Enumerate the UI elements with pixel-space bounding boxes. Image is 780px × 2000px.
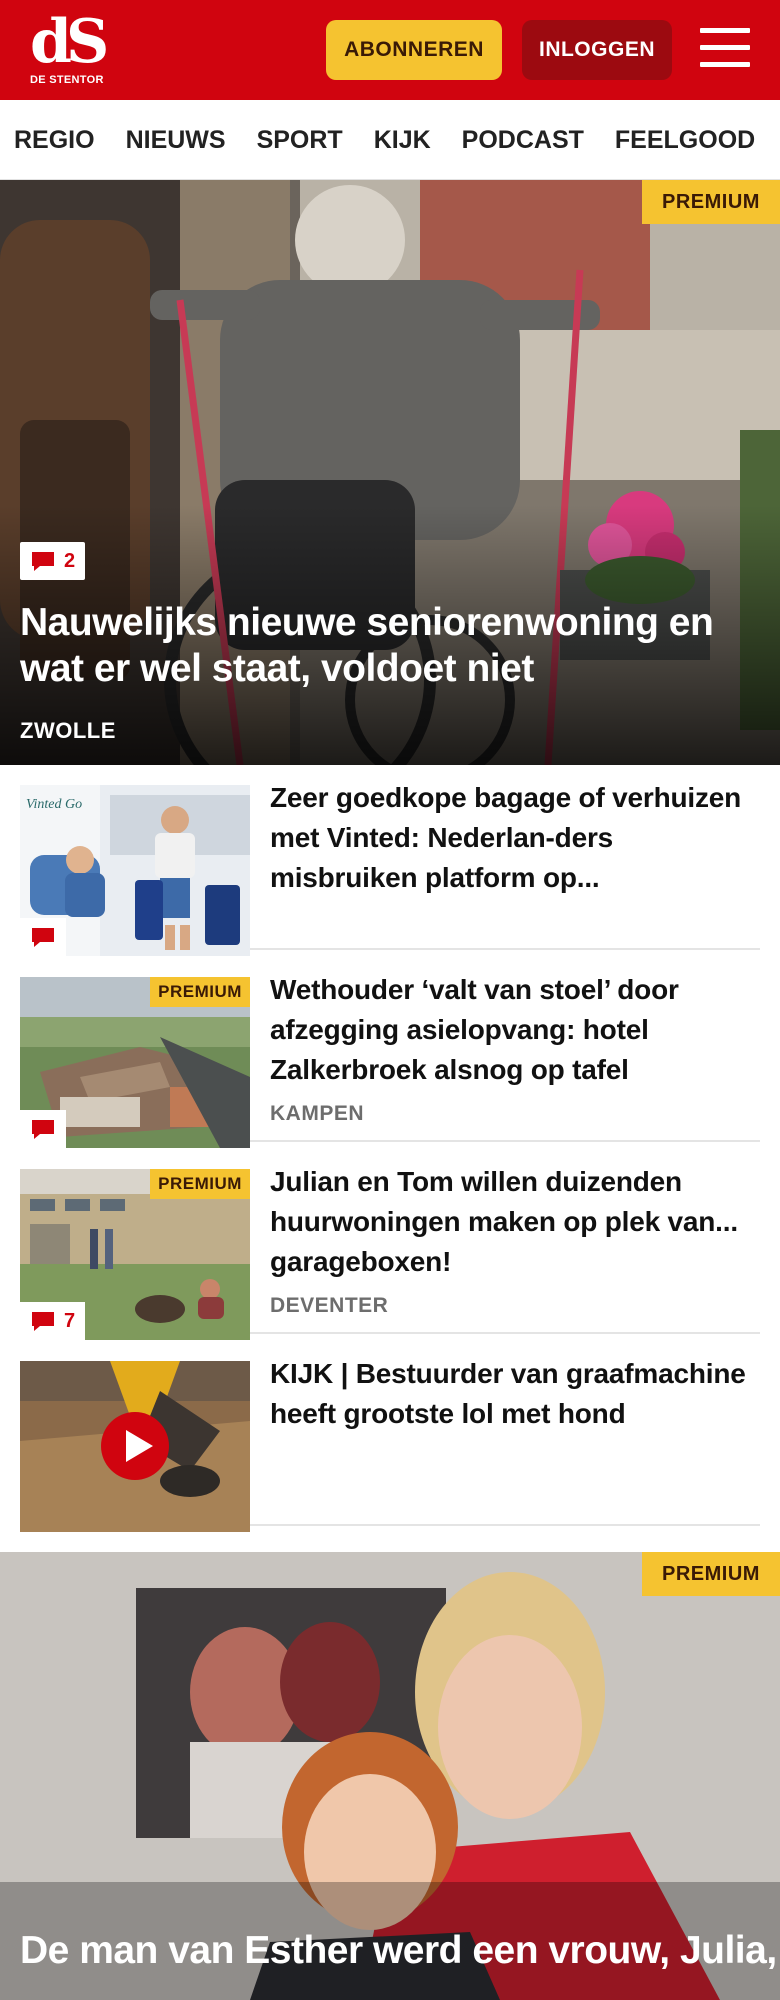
article-headline[interactable]: Julian en Tom willen duizenden huurwonin… (270, 1162, 756, 1282)
article-headline[interactable]: KIJK | Bestuurder van graafmachine heeft… (270, 1354, 756, 1434)
nav-item-regio[interactable]: REGIO (14, 126, 95, 155)
nav-item-kijk[interactable]: KIJK (374, 126, 431, 155)
section-nav: REGIO NIEUWS SPORT KIJK PODCAST FEELGOOD (0, 100, 780, 180)
comment-count-badge[interactable]: 2 (20, 542, 86, 580)
article-category[interactable]: KAMPEN (270, 1102, 364, 1126)
article-thumbnail: Vinted Go (20, 785, 250, 956)
nav-item-feelgood[interactable]: FEELGOOD (615, 126, 755, 155)
comment-icon (32, 1120, 54, 1139)
list-item[interactable]: PREMIUM 7 Julian en Tom willen duizenden… (20, 1154, 760, 1340)
article-category[interactable]: DEVENTER (270, 1294, 388, 1318)
article-thumbnail: PREMIUM (20, 977, 250, 1148)
list-item[interactable]: KIJK | Bestuurder van graafmachine heeft… (20, 1346, 760, 1532)
hero-headline[interactable]: Nauwelijks nieuwe seniorenwoning en wat … (20, 600, 760, 692)
premium-badge: PREMIUM (150, 977, 250, 1007)
play-icon[interactable] (100, 1411, 170, 1481)
logo-mark: dS (30, 7, 109, 77)
comment-count-badge[interactable] (20, 918, 66, 956)
comment-icon (32, 552, 54, 571)
article-headline[interactable]: Zeer goedkope bagage of verhuizen met Vi… (270, 778, 756, 898)
article-headline[interactable]: Wethouder ‘valt van stoel’ door afzeggin… (270, 970, 756, 1090)
premium-badge: PREMIUM (150, 1169, 250, 1199)
hero-article-secondary[interactable]: PREMIUM De man van Esther werd een vrouw… (0, 1552, 780, 2000)
hero-category[interactable]: ZWOLLE (20, 718, 116, 744)
site-logo[interactable]: dS DE STENTOR (30, 7, 114, 88)
comment-icon (32, 928, 54, 947)
hamburger-menu-icon[interactable] (700, 26, 752, 70)
comment-count: 7 (64, 1309, 76, 1332)
subscribe-button[interactable]: ABONNEREN (326, 20, 502, 80)
nav-item-nieuws[interactable]: NIEUWS (126, 126, 226, 155)
list-item[interactable]: Vinted Go Zeer goedkope bagage of verhui… (20, 770, 760, 956)
logo-text: DE STENTOR (30, 74, 104, 86)
nav-item-podcast[interactable]: PODCAST (462, 126, 584, 155)
login-button[interactable]: INLOGGEN (522, 20, 672, 80)
hero-article[interactable]: PREMIUM 2 Nauwelijks nieuwe seniorenwoni… (0, 180, 780, 765)
comment-count-badge[interactable]: 7 (20, 1302, 86, 1340)
premium-badge: PREMIUM (642, 180, 780, 224)
nav-item-sport[interactable]: SPORT (257, 126, 343, 155)
article-thumbnail: PREMIUM 7 (20, 1169, 250, 1340)
top-header: dS DE STENTOR ABONNEREN INLOGGEN (0, 0, 780, 100)
comment-count: 2 (64, 549, 76, 572)
premium-badge: PREMIUM (642, 1552, 780, 1596)
hero2-headline[interactable]: De man van Esther werd een vrouw, Julia,… (20, 1928, 780, 1974)
thumbnail-sign-text: Vinted Go (26, 797, 83, 812)
list-item[interactable]: PREMIUM Wethouder ‘valt van stoel’ door … (20, 962, 760, 1148)
comment-count-badge[interactable] (20, 1110, 66, 1148)
comment-icon (32, 1312, 54, 1331)
article-thumbnail (20, 1361, 250, 1532)
